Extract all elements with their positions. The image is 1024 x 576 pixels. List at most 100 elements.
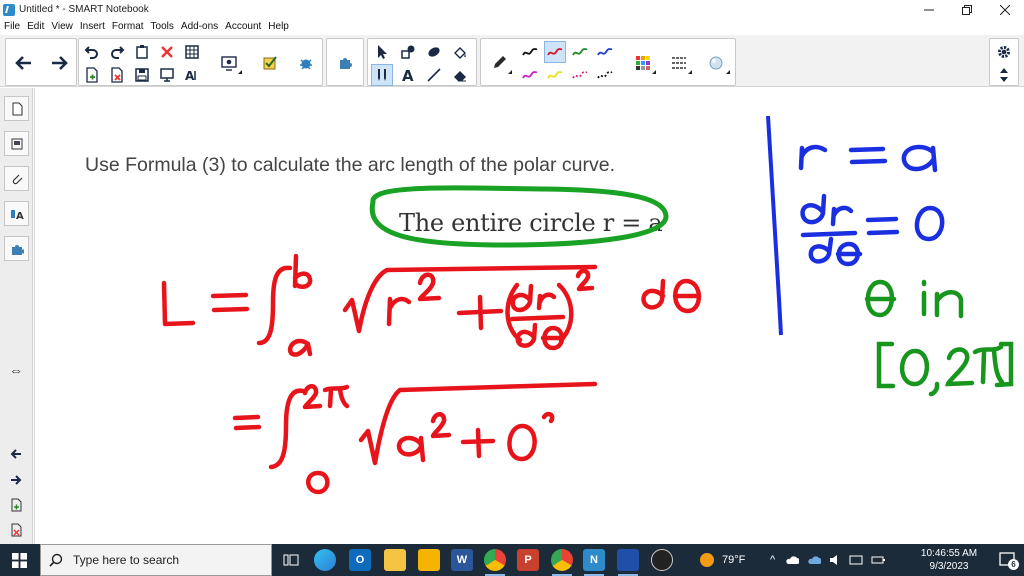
notebook-canvas[interactable]: Use Formula (3) to calculate the arc len… — [34, 88, 1024, 544]
sidebar-add-page-icon[interactable] — [6, 495, 26, 515]
page-sorter-tab[interactable] — [4, 96, 29, 121]
smart-board-tools-icon[interactable] — [617, 549, 639, 571]
screen-shade-button[interactable] — [156, 64, 178, 86]
menu-tools[interactable]: Tools — [151, 21, 174, 32]
start-button[interactable] — [0, 544, 38, 576]
volume-icon[interactable] — [829, 554, 841, 566]
onedrive-cloud-2-icon[interactable] — [807, 555, 822, 565]
pen-color-blue[interactable] — [594, 41, 616, 63]
move-toolbar-button[interactable] — [993, 64, 1015, 86]
close-button[interactable] — [986, 0, 1024, 19]
redo-button[interactable] — [106, 41, 128, 63]
line-style-icon — [672, 57, 686, 69]
gallery-tab[interactable] — [4, 131, 29, 156]
activity-button[interactable] — [256, 51, 284, 75]
handwriting-ink-layer — [161, 115, 1014, 495]
menu-add-ons[interactable]: Add-ons — [181, 21, 218, 32]
pen-color-magenta[interactable] — [519, 64, 541, 86]
pen-color-black-dashed[interactable] — [594, 64, 616, 86]
left-sidebar: A ⇔ — [0, 88, 33, 544]
eraser-tool-button[interactable] — [449, 64, 471, 86]
edge-browser-icon[interactable] — [314, 549, 336, 571]
restore-button[interactable] — [948, 0, 986, 19]
paste-button[interactable] — [131, 41, 153, 63]
add-ons-tab[interactable] — [4, 236, 29, 261]
word-icon[interactable]: W — [451, 549, 473, 571]
save-icon — [135, 68, 149, 82]
resize-sidebar-icon[interactable]: ⇔ — [6, 360, 26, 380]
pen-color-green[interactable] — [569, 41, 591, 63]
capture-button[interactable] — [215, 51, 243, 75]
show-hidden-icons-icon[interactable]: ^ — [770, 554, 775, 566]
minimize-button[interactable] — [910, 0, 948, 19]
screen-recorder-icon[interactable] — [651, 549, 673, 571]
paperclip-icon — [12, 174, 22, 184]
chrome-profile-icon[interactable] — [551, 549, 573, 571]
magic-pen-icon — [428, 47, 440, 57]
pen-color-black[interactable] — [519, 41, 541, 63]
menu-file[interactable]: File — [4, 21, 20, 32]
attachments-tab[interactable] — [4, 166, 29, 191]
save-button[interactable] — [131, 64, 153, 86]
notifications-button[interactable]: 6 — [998, 551, 1019, 570]
color-palette-button[interactable] — [629, 51, 657, 75]
battery-icon[interactable] — [871, 554, 886, 566]
sidebar-arrow-right-icon[interactable] — [6, 470, 26, 490]
file-explorer-icon[interactable] — [384, 549, 406, 571]
magic-pen-button[interactable] — [423, 41, 445, 63]
fill-effects-button[interactable] — [701, 51, 731, 75]
pen-type-button[interactable] — [485, 51, 513, 75]
menu-account[interactable]: Account — [225, 21, 261, 32]
blue-r-equals-a-ink — [798, 144, 938, 173]
response-button[interactable] — [292, 51, 320, 75]
table-button[interactable] — [181, 41, 203, 63]
smart-notebook-window: Untitled * - SMART Notebook File Edit Vi… — [0, 0, 1024, 576]
pen-color-pink-dashed[interactable] — [569, 64, 591, 86]
delete-button[interactable] — [156, 41, 178, 63]
select-tool-button[interactable] — [371, 41, 393, 63]
fill-tool-button[interactable] — [449, 41, 471, 63]
pens-tool-button[interactable] — [371, 64, 393, 86]
toolbar-navigation-group — [5, 38, 77, 86]
screen-capture-icon — [221, 56, 237, 71]
task-view-icon[interactable] — [280, 549, 302, 571]
weather-widget[interactable]: 79°F — [700, 544, 745, 576]
previous-page-button[interactable] — [9, 41, 39, 85]
svg-text:A: A — [402, 67, 414, 83]
line-style-button[interactable] — [665, 51, 693, 75]
sidebar-delete-page-icon[interactable] — [6, 520, 26, 540]
smart-notebook-taskbar-icon[interactable]: N — [583, 549, 605, 571]
chrome-icon[interactable] — [484, 549, 506, 571]
folder-icon[interactable] — [418, 549, 440, 571]
blue-dr-dtheta-equals-zero-ink — [800, 193, 945, 267]
svg-text:A: A — [16, 211, 24, 221]
menu-insert[interactable]: Insert — [80, 21, 105, 32]
menu-format[interactable]: Format — [112, 21, 144, 32]
lab-button[interactable] — [334, 51, 356, 73]
shapes-tool-button[interactable] — [397, 41, 419, 63]
menu-edit[interactable]: Edit — [27, 21, 44, 32]
add-page-button[interactable] — [81, 64, 103, 86]
pen-color-red[interactable] — [544, 41, 566, 63]
taskbar-clock[interactable]: 10:46:55 AM 9/3/2023 — [914, 547, 984, 573]
network-icon[interactable] — [849, 554, 863, 566]
line-tool-button[interactable] — [423, 64, 445, 86]
menu-help[interactable]: Help — [268, 21, 289, 32]
onedrive-cloud-icon[interactable] — [785, 555, 800, 565]
taskbar-search-box[interactable]: Type here to search — [40, 544, 272, 576]
restore-icon — [962, 4, 972, 15]
text-recognition-button[interactable]: A — [181, 64, 203, 86]
menu-view[interactable]: View — [51, 21, 73, 32]
text-tool-button[interactable]: A — [397, 64, 419, 86]
toolbar-addons-group — [326, 38, 364, 86]
next-page-button[interactable] — [44, 41, 74, 85]
smart-notebook-app-icon — [3, 3, 15, 16]
delete-page-button[interactable] — [106, 64, 128, 86]
pen-color-yellow[interactable] — [544, 64, 566, 86]
undo-button[interactable] — [81, 41, 103, 63]
properties-tab[interactable]: A — [4, 201, 29, 226]
outlook-icon[interactable]: O — [349, 549, 371, 571]
powerpoint-icon[interactable]: P — [517, 549, 539, 571]
settings-button[interactable] — [993, 41, 1015, 63]
sidebar-arrow-left-icon[interactable] — [6, 444, 26, 464]
